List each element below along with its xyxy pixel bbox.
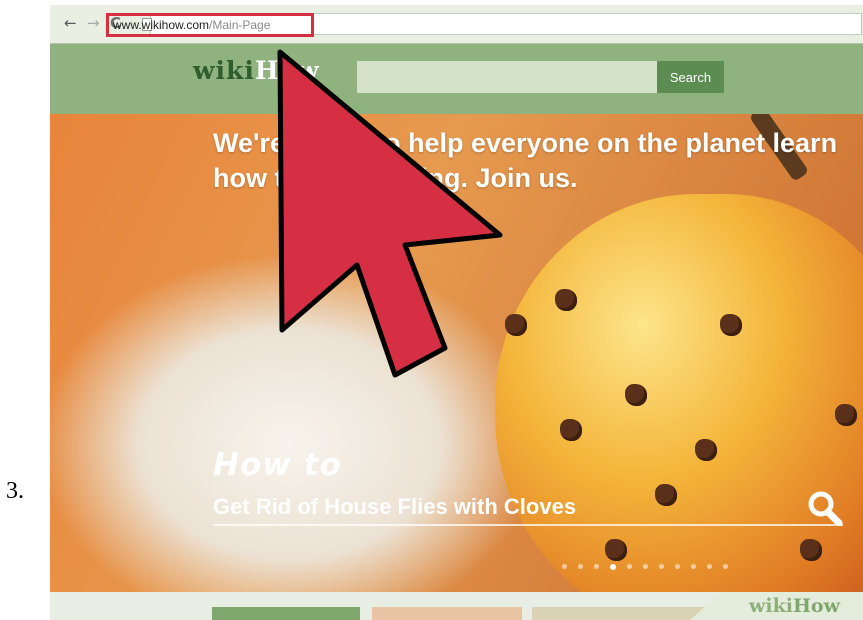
carousel-dot[interactable] bbox=[562, 564, 567, 569]
carousel-dots bbox=[562, 564, 728, 570]
carousel-dot[interactable] bbox=[723, 564, 728, 569]
site-header: wikiHow Search bbox=[50, 44, 863, 114]
logo-wiki: wiki bbox=[193, 56, 255, 85]
article-thumbnail[interactable] bbox=[212, 607, 360, 620]
carousel-dot[interactable] bbox=[643, 564, 648, 569]
carousel-dot[interactable] bbox=[594, 564, 599, 569]
clove bbox=[625, 384, 647, 406]
featured-article-title[interactable]: Get Rid of House Flies with Cloves bbox=[213, 494, 576, 520]
clove bbox=[720, 314, 742, 336]
forward-arrow-icon[interactable]: → bbox=[87, 15, 100, 31]
clove bbox=[835, 404, 857, 426]
carousel-dot[interactable] bbox=[610, 564, 616, 570]
url-highlight-box: www.wikihow.com/Main-Page bbox=[106, 13, 314, 37]
search-button[interactable]: Search bbox=[657, 61, 724, 93]
carousel-dot[interactable] bbox=[675, 564, 680, 569]
url-path: /Main-Page bbox=[209, 18, 271, 32]
wikihow-logo[interactable]: wikiHow bbox=[193, 56, 320, 85]
clove bbox=[800, 539, 822, 561]
carousel-dot[interactable] bbox=[659, 564, 664, 569]
clove bbox=[505, 314, 527, 336]
carousel-dot[interactable] bbox=[578, 564, 583, 569]
back-arrow-icon[interactable]: ← bbox=[64, 15, 77, 31]
article-thumbnail[interactable] bbox=[372, 607, 522, 620]
hero-tagline: We're trying to help everyone on the pla… bbox=[213, 128, 838, 193]
watermark-how: How bbox=[792, 595, 840, 617]
search-icon[interactable] bbox=[806, 490, 844, 526]
carousel-dot[interactable] bbox=[691, 564, 696, 569]
carousel-dot[interactable] bbox=[627, 564, 632, 569]
clove-studded-apple bbox=[495, 194, 863, 592]
step-number: 3. bbox=[6, 478, 24, 504]
clove bbox=[695, 439, 717, 461]
site-search-input[interactable] bbox=[357, 61, 657, 93]
clove bbox=[655, 484, 677, 506]
wikihow-watermark: wikiHow bbox=[749, 595, 840, 617]
how-to-label: How to bbox=[213, 447, 342, 483]
carousel-dot[interactable] bbox=[707, 564, 712, 569]
clove bbox=[605, 539, 627, 561]
logo-how: How bbox=[254, 56, 320, 85]
clove bbox=[560, 419, 582, 441]
article-thumbnails-strip: wikiHow bbox=[50, 592, 863, 620]
watermark-wiki: wiki bbox=[749, 595, 793, 617]
hero-banner[interactable]: We're trying to help everyone on the pla… bbox=[50, 114, 863, 592]
clove bbox=[555, 289, 577, 311]
url-domain: www.wikihow.com bbox=[113, 18, 210, 32]
article-thumbnail[interactable] bbox=[532, 607, 712, 620]
browser-screenshot: ← → C wikiHow Search We're trying to hel… bbox=[50, 5, 863, 620]
title-underline bbox=[213, 524, 843, 526]
